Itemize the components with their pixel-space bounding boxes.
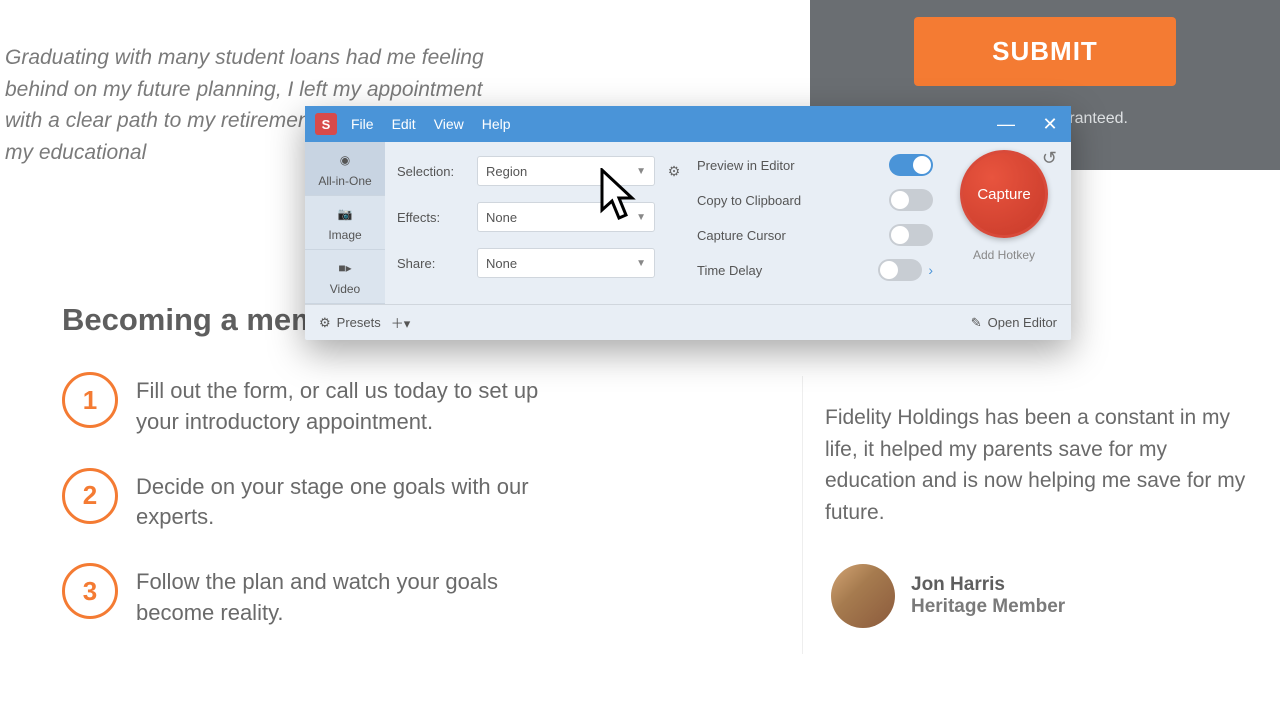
gear-icon[interactable]: ⚙ (663, 163, 685, 180)
mode-video[interactable]: ■▸ Video (305, 250, 385, 304)
step-1: 1 Fill out the form, or call us today to… (62, 372, 562, 438)
snagit-window: S File Edit View Help — ✕ ◉ All-in-One 📷… (305, 106, 1071, 340)
selection-value: Region (486, 164, 527, 179)
share-dropdown[interactable]: None ▼ (477, 248, 655, 278)
share-label: Share: (397, 256, 469, 271)
submit-button[interactable]: SUBMIT (914, 17, 1176, 86)
delay-toggle[interactable] (878, 259, 922, 281)
presets-button[interactable]: ⚙ Presets ＋▾ (319, 313, 410, 332)
step-text-3: Follow the plan and watch your goals bec… (136, 563, 562, 629)
delay-label: Time Delay (697, 263, 762, 278)
menu-edit[interactable]: Edit (392, 116, 416, 132)
video-icon: ■▸ (335, 258, 355, 278)
minimize-icon[interactable]: — (995, 114, 1017, 135)
chevron-down-icon: ▼ (636, 258, 646, 269)
open-editor-label: Open Editor (988, 315, 1057, 330)
step-number-2: 2 (62, 468, 118, 524)
titlebar[interactable]: S File Edit View Help — ✕ (305, 106, 1071, 142)
chevron-down-icon: ▼ (636, 166, 646, 177)
plus-icon: ＋▾ (391, 313, 411, 332)
menu-help[interactable]: Help (482, 116, 511, 132)
testimonial-card: Fidelity Holdings has been a constant in… (802, 376, 1280, 654)
add-hotkey-link[interactable]: Add Hotkey (973, 248, 1035, 262)
effects-dropdown[interactable]: None ▼ (477, 202, 655, 232)
preview-label: Preview in Editor (697, 158, 795, 173)
selection-dropdown[interactable]: Region ▼ (477, 156, 655, 186)
edit-icon: ✎ (971, 315, 982, 331)
cursor-label: Capture Cursor (697, 228, 786, 243)
gear-icon: ⚙ (319, 315, 331, 331)
avatar (831, 564, 895, 628)
step-number-1: 1 (62, 372, 118, 428)
effects-value: None (486, 210, 517, 225)
mode-label: All-in-One (318, 174, 371, 188)
menu-file[interactable]: File (351, 116, 374, 132)
close-icon[interactable]: ✕ (1039, 114, 1061, 135)
cursor-toggle[interactable] (889, 224, 933, 246)
section-title: Becoming a mem (62, 302, 319, 338)
clipboard-toggle[interactable] (889, 189, 933, 211)
mode-image[interactable]: 📷 Image (305, 196, 385, 250)
app-icon: S (315, 113, 337, 135)
effects-label: Effects: (397, 210, 469, 225)
author-name: Jon Harris (911, 574, 1065, 596)
preview-toggle[interactable] (889, 154, 933, 176)
mode-label: Image (328, 228, 361, 242)
clipboard-label: Copy to Clipboard (697, 193, 801, 208)
open-editor-button[interactable]: ✎ Open Editor (971, 315, 1057, 331)
mode-all-in-one[interactable]: ◉ All-in-One (305, 142, 385, 196)
camera-icon: 📷 (335, 204, 355, 224)
step-number-3: 3 (62, 563, 118, 619)
author-title: Heritage Member (911, 596, 1065, 618)
selection-label: Selection: (397, 164, 469, 179)
step-2: 2 Decide on your stage one goals with ou… (62, 468, 562, 534)
mode-label: Video (330, 282, 360, 296)
undo-icon[interactable]: ↺ (1042, 148, 1057, 169)
testimonial-text: Fidelity Holdings has been a constant in… (825, 402, 1262, 528)
presets-label: Presets (337, 315, 381, 330)
step-3: 3 Follow the plan and watch your goals b… (62, 563, 562, 629)
capture-button[interactable]: Capture (960, 150, 1048, 238)
share-value: None (486, 256, 517, 271)
menu-view[interactable]: View (434, 116, 464, 132)
target-icon: ◉ (335, 150, 355, 170)
chevron-down-icon: ▼ (636, 212, 646, 223)
step-text-2: Decide on your stage one goals with our … (136, 468, 562, 534)
step-text-1: Fill out the form, or call us today to s… (136, 372, 562, 438)
chevron-right-icon[interactable]: › (928, 262, 933, 278)
